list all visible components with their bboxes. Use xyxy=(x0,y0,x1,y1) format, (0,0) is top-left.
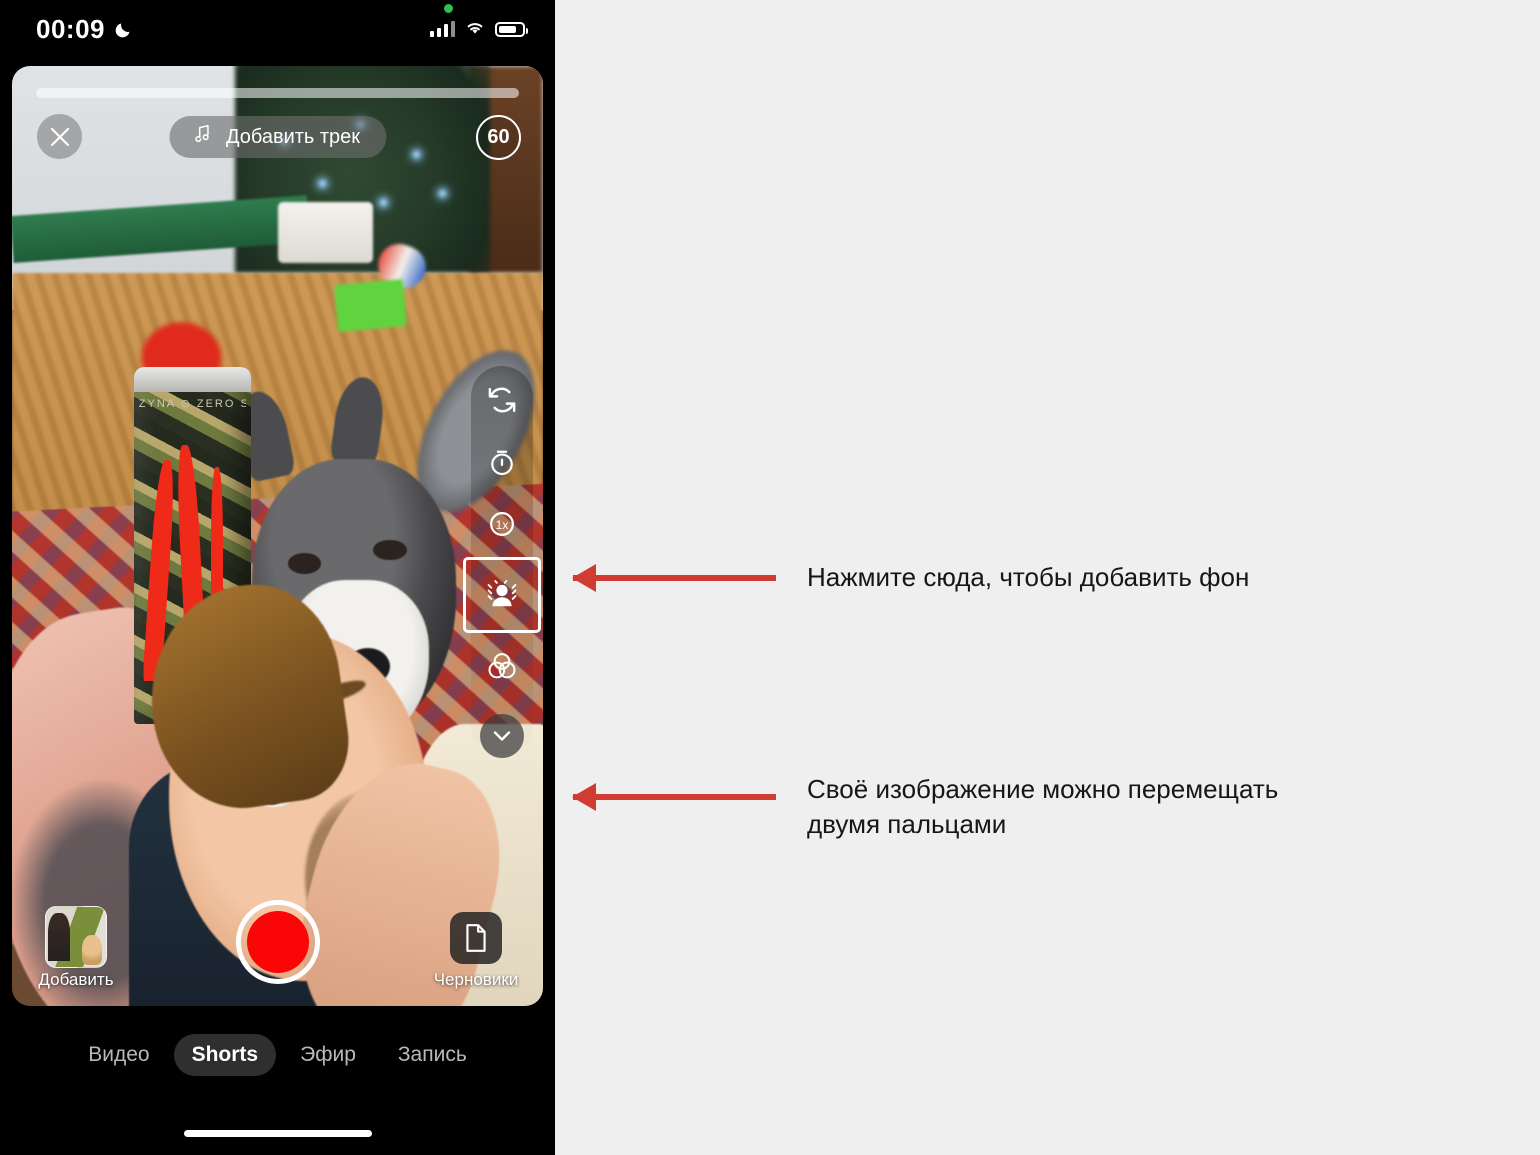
annotation-add-background-text: Нажмите сюда, чтобы добавить фон xyxy=(807,562,1250,592)
status-bar: 00:09 xyxy=(0,0,555,58)
wifi-icon xyxy=(464,19,486,40)
document-icon xyxy=(466,924,486,952)
mode-tab-record[interactable]: Запись xyxy=(380,1034,485,1076)
dog-eye-left xyxy=(287,553,322,574)
drafts-button[interactable]: Черновики xyxy=(421,912,531,990)
camera-side-toolbar: 1x xyxy=(463,366,541,758)
mode-tab-shorts[interactable]: Shorts xyxy=(173,1034,277,1076)
record-button[interactable] xyxy=(235,900,320,984)
drafts-label: Черновики xyxy=(433,970,519,989)
camera-top-bar: Добавить трек 60 xyxy=(12,114,543,170)
speed-icon: 1x xyxy=(490,512,514,536)
camera-scene-image: ZYNA ⊙ ZERO STR xyxy=(12,66,543,1006)
scene-green-mat xyxy=(333,279,407,333)
duration-button[interactable]: 60 xyxy=(476,115,521,160)
add-media-thumbnail xyxy=(45,906,107,968)
speed-button[interactable]: 1x xyxy=(476,498,528,550)
add-track-button[interactable]: Добавить трек xyxy=(168,116,387,158)
camera-preview[interactable]: ZYNA ⊙ ZERO STR xyxy=(12,66,543,1006)
music-note-icon xyxy=(191,123,213,151)
green-screen-button[interactable] xyxy=(463,557,541,633)
status-time: 00:09 xyxy=(36,14,105,44)
add-track-label: Добавить трек xyxy=(225,125,361,148)
flip-camera-icon xyxy=(488,387,516,413)
filters-icon xyxy=(488,653,516,679)
status-bar-left: 00:09 xyxy=(36,16,134,42)
annotation-move-image-text: Своё изображение можно перемещать двумя … xyxy=(807,774,1279,840)
moon-icon xyxy=(114,19,134,39)
green-dot-icon xyxy=(443,3,453,13)
phone-screen: 00:09 ZYNA ⊙ ZERO S Добавить трек 60 1x … xyxy=(0,0,555,1155)
mode-tab-live[interactable]: Эфир xyxy=(282,1034,374,1076)
home-indicator[interactable] xyxy=(183,1130,372,1137)
mode-tab-video[interactable]: Видео xyxy=(70,1034,167,1076)
close-icon xyxy=(50,127,69,146)
left-arrow-icon xyxy=(572,783,776,811)
dog-eye-right xyxy=(373,539,407,561)
drafts-icon-box xyxy=(450,912,502,964)
scene-white-box xyxy=(277,202,374,264)
battery-icon xyxy=(495,21,528,37)
duration-label: 60 xyxy=(487,126,510,148)
recording-progress-bar xyxy=(36,88,519,98)
annotation-move-image: Своё изображение можно перемещать двумя … xyxy=(572,772,1279,842)
mode-tabs: Видео Shorts Эфир Запись xyxy=(0,1026,555,1084)
add-media-label: Добавить xyxy=(38,970,114,989)
timer-icon xyxy=(491,450,513,476)
filters-button[interactable] xyxy=(476,640,528,692)
green-screen-icon xyxy=(487,580,517,607)
timer-button[interactable] xyxy=(476,436,528,488)
left-arrow-icon xyxy=(572,563,776,592)
page-root: 00:09 ZYNA ⊙ ZERO S Добавить трек 60 1x … xyxy=(0,0,1540,1155)
flip-camera-button[interactable] xyxy=(476,374,528,426)
svg-text:1x: 1x xyxy=(496,518,509,532)
annotation-add-background: Нажмите сюда, чтобы добавить фон xyxy=(572,560,1250,595)
collapse-toolbar-button[interactable] xyxy=(480,714,524,758)
add-media-button[interactable]: Добавить xyxy=(30,906,122,990)
status-bar-right xyxy=(429,3,528,40)
close-button[interactable] xyxy=(37,114,82,159)
camera-bottom-controls: Добавить Черновики xyxy=(12,886,543,1006)
cellular-signal-icon xyxy=(429,21,455,37)
chevron-down-icon xyxy=(493,731,511,741)
